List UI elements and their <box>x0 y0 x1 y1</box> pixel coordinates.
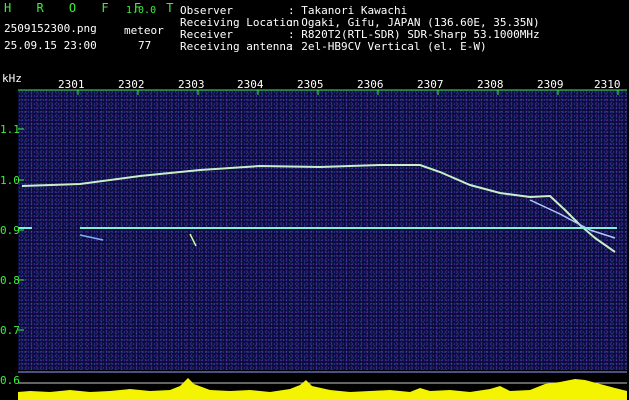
meteor-echo-trace <box>21 164 616 253</box>
y-tick-label: 1.1 <box>0 123 20 136</box>
minor-echo <box>189 233 197 247</box>
minor-echo <box>79 234 104 241</box>
y-tick-label: 0.6 <box>0 374 20 387</box>
y-tick-label: 0.7 <box>0 324 20 337</box>
spectrogram-overlay <box>18 89 627 400</box>
y-tick-label: 0.9 <box>0 224 20 237</box>
y-tick-label: 0.8 <box>0 274 20 287</box>
y-tick-label: 1.0 <box>0 174 20 187</box>
x-tick-marks <box>77 90 619 95</box>
power-spectrum <box>18 378 627 400</box>
meteor-echo-branch <box>529 199 616 239</box>
